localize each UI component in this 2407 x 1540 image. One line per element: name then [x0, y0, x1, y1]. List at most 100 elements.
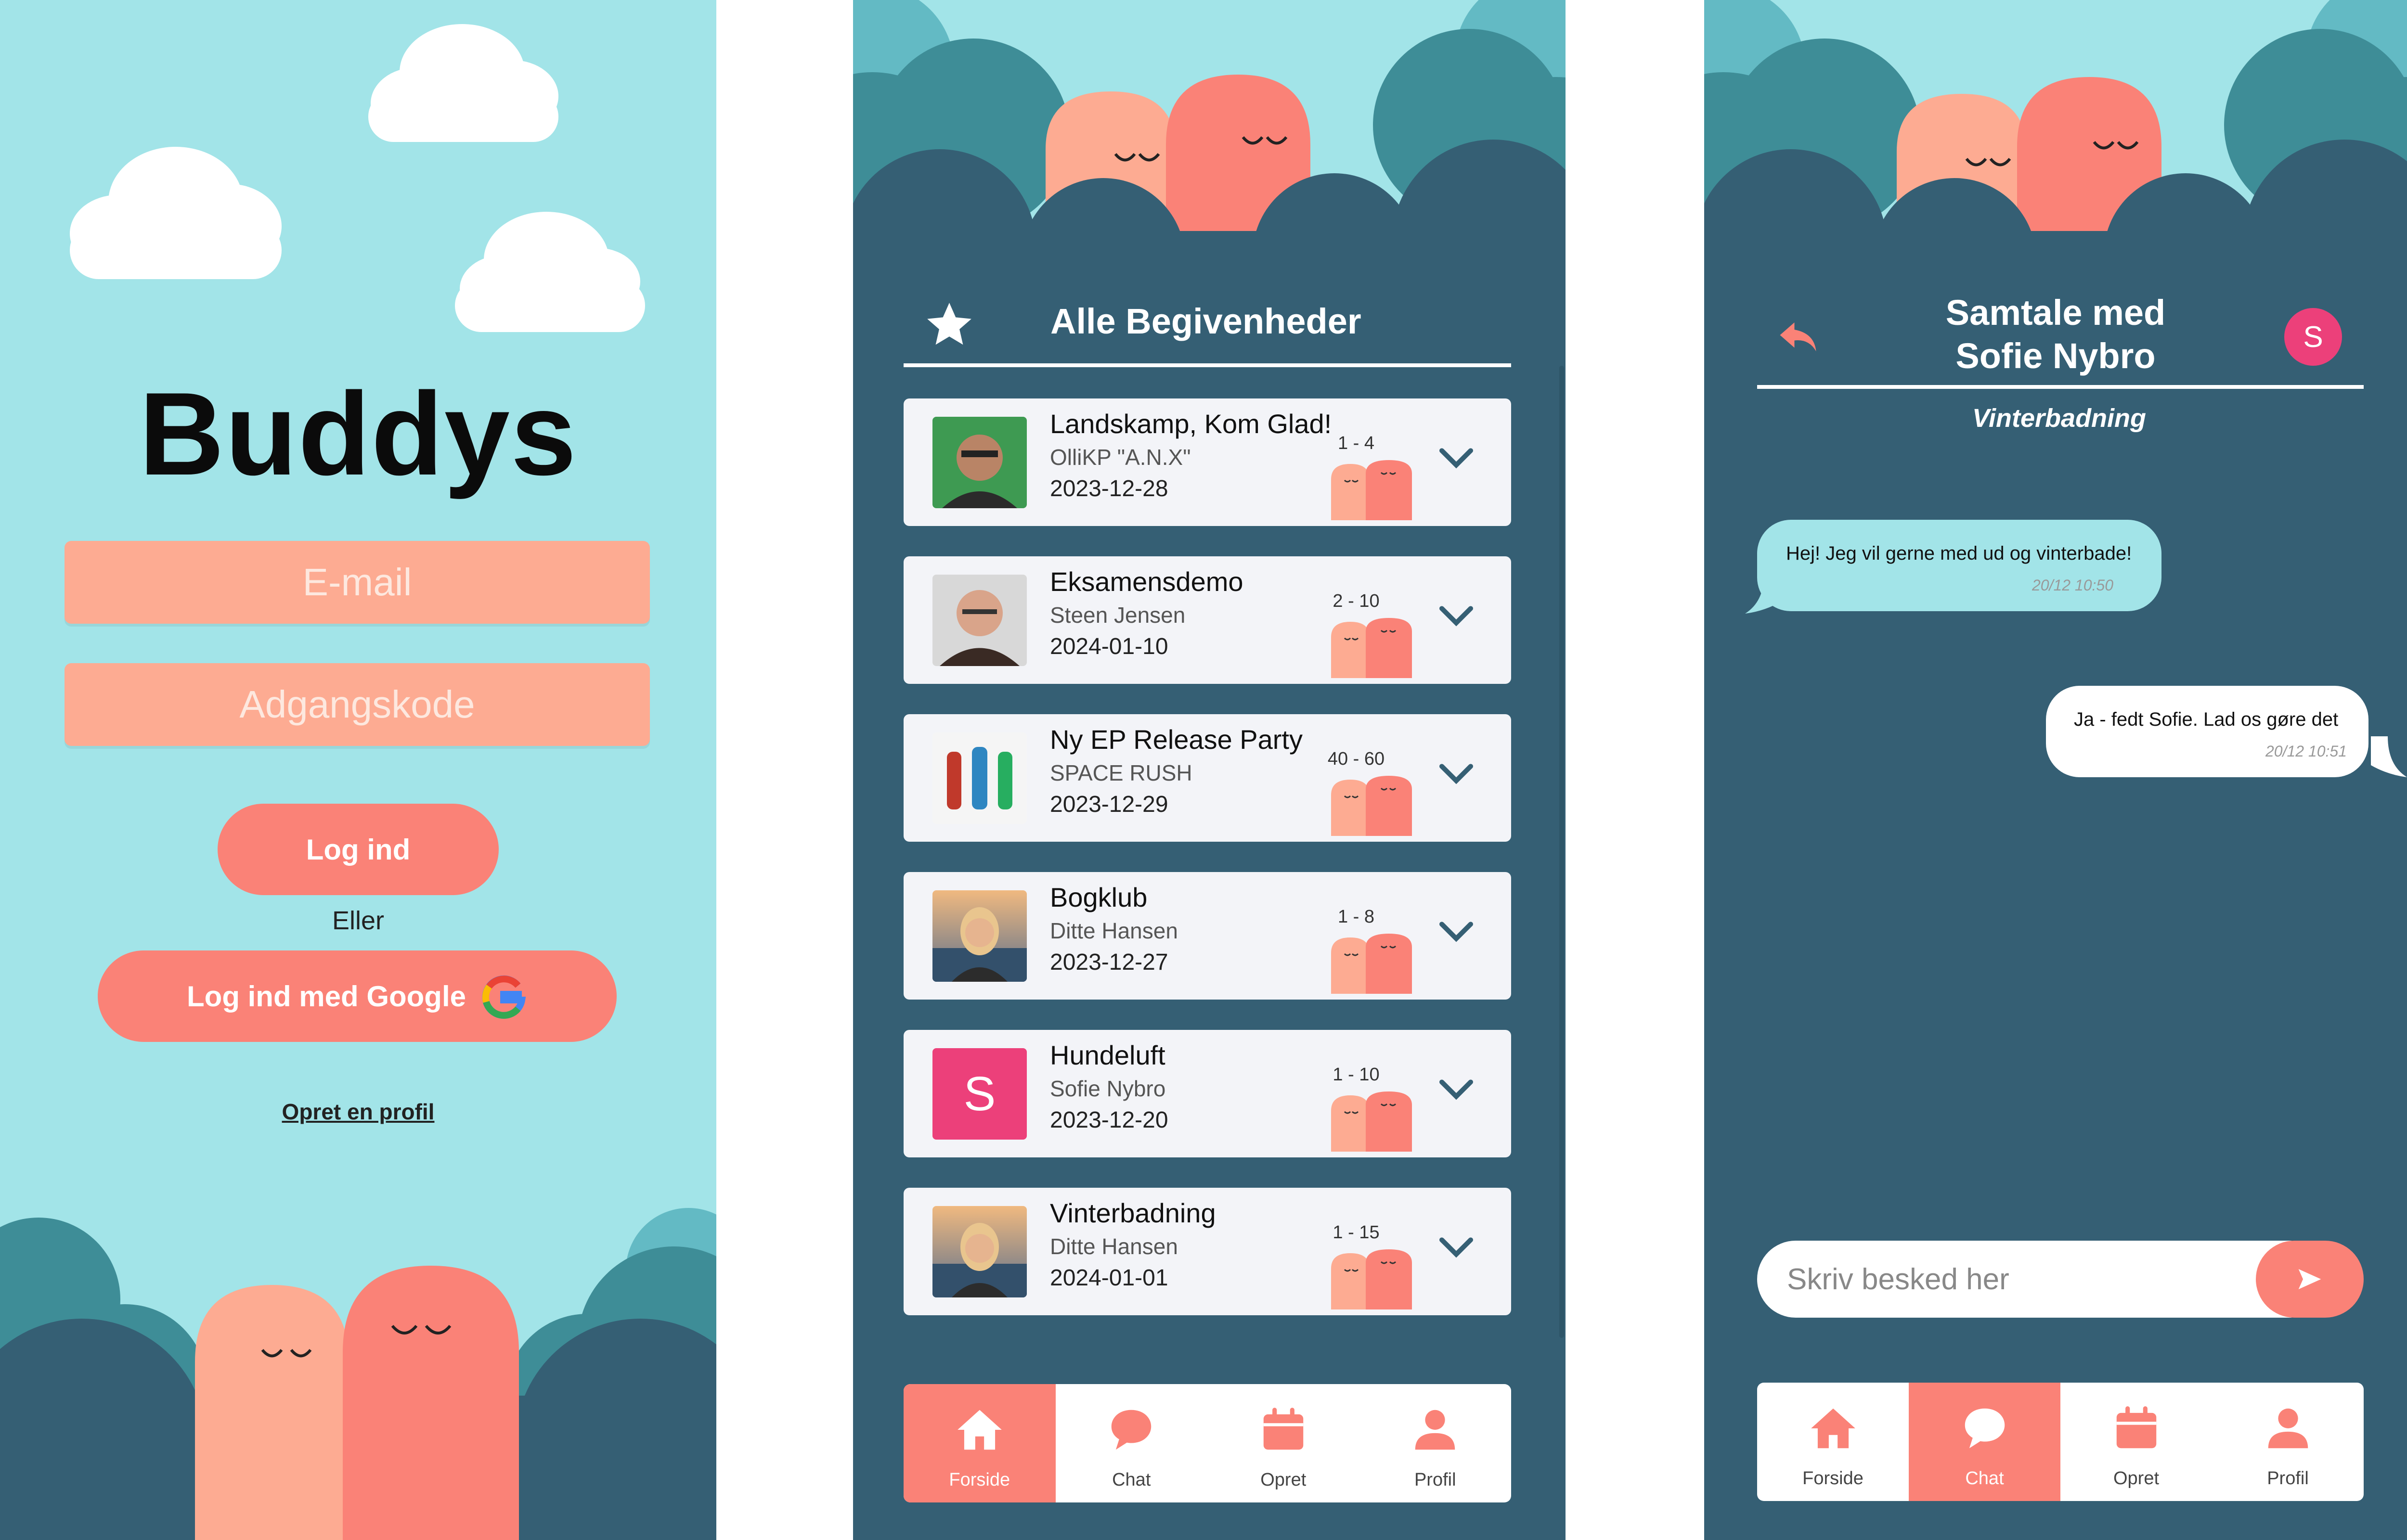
back-reply-icon[interactable]: [1776, 318, 1820, 356]
star-icon[interactable]: [923, 298, 976, 351]
login-button-label: Log ind: [306, 833, 411, 866]
event-organizer: OlliKP "A.N.X": [1050, 445, 1191, 470]
sent-message-bubble: Ja - fedt Sofie. Lad os gøre det 20/12 1…: [2046, 686, 2368, 777]
google-login-button[interactable]: Log ind med Google: [98, 950, 617, 1042]
chat-event-subtitle: Vinterbadning: [1972, 404, 2146, 433]
event-organizer: SPACE RUSH: [1050, 760, 1192, 785]
nav-item-label: Profil: [2267, 1468, 2309, 1489]
nav-item-forside[interactable]: Forside: [1757, 1383, 1909, 1501]
event-capacity: 1 - 4: [1337, 433, 1375, 453]
event-card[interactable]: S Hundeluft Sofie Nybro 2023-12-20 1 - 10: [904, 1030, 1511, 1157]
nav-item-forside[interactable]: Forside: [904, 1384, 1056, 1502]
profile-icon: [1409, 1403, 1462, 1459]
chat-icon: [1105, 1403, 1158, 1459]
event-organizer: Sofie Nybro: [1050, 1076, 1166, 1101]
home-icon: [953, 1403, 1006, 1459]
chevron-down-icon[interactable]: [1437, 918, 1475, 949]
nav-item-label: Forside: [1802, 1468, 1863, 1489]
event-image: [932, 732, 1027, 824]
buddies-icon: [1331, 618, 1423, 680]
chat-title-line2: Sofie Nybro: [1955, 336, 2156, 376]
event-title: Landskamp, Kom Glad!: [1050, 409, 1332, 439]
event-title: Bogklub: [1050, 882, 1148, 912]
scrollbar[interactable]: [1559, 366, 1564, 1338]
event-capacity: 40 - 60: [1327, 749, 1385, 769]
login-button[interactable]: Log ind: [218, 804, 499, 895]
organizer-avatar: S: [932, 1048, 1027, 1140]
message-timestamp: 20/12 10:50: [2032, 577, 2113, 594]
events-header-illustration: [853, 0, 1566, 270]
events-screen: Alle Begivenheder Landskamp, Kom Glad! Ol…: [853, 0, 1566, 1540]
event-card[interactable]: Eksamensdemo Steen Jensen 2024-01-10 2 - 10: [904, 556, 1511, 684]
event-capacity: 1 - 8: [1337, 907, 1375, 927]
calendar-icon: [1257, 1403, 1310, 1459]
received-message-bubble: Hej! Jeg vil gerne med ud og vinterbade!…: [1757, 520, 2161, 611]
event-title: Eksamensdemo: [1050, 566, 1243, 597]
create-profile-link[interactable]: Opret en profil: [0, 1099, 716, 1125]
event-card[interactable]: Landskamp, Kom Glad! OlliKP "A.N.X" 2023-1…: [904, 398, 1511, 526]
message-input[interactable]: [1757, 1241, 2291, 1318]
send-icon: [2298, 1269, 2321, 1289]
event-image: [932, 417, 1027, 508]
home-icon: [1807, 1402, 1860, 1457]
buddies-icon: [1331, 1091, 1423, 1154]
nav-item-profil[interactable]: Profil: [2212, 1383, 2364, 1501]
chat-title-line1: Samtale med: [1945, 293, 2166, 333]
chat-title: Samtale med Sofie Nybro: [1849, 291, 2263, 378]
page-title: Alle Begivenheder: [1050, 301, 1361, 341]
event-title: Ny EP Release Party: [1050, 724, 1303, 755]
email-field[interactable]: [65, 541, 650, 624]
password-field[interactable]: [65, 663, 650, 746]
sent-bubble-tail: [2371, 736, 2407, 777]
chevron-down-icon[interactable]: [1437, 1076, 1475, 1107]
bottom-nav: Forside Chat Opret Profil: [1757, 1383, 2364, 1501]
event-capacity: 2 - 10: [1333, 591, 1380, 611]
nav-item-profil[interactable]: Profil: [1359, 1384, 1512, 1502]
app-logo-title: Buddys: [139, 368, 578, 500]
buddies-mascot-illustration: [195, 1266, 519, 1540]
nav-item-opret[interactable]: Opret: [2060, 1383, 2212, 1501]
send-button[interactable]: [2256, 1241, 2364, 1318]
nav-item-label: Opret: [1260, 1470, 1307, 1490]
nav-item-label: Chat: [1112, 1470, 1151, 1490]
event-date: 2023-12-20: [1050, 1107, 1168, 1133]
calendar-icon: [2110, 1402, 2163, 1457]
header-divider: [904, 363, 1511, 367]
nav-item-label: Opret: [2113, 1468, 2160, 1489]
event-capacity: 1 - 15: [1333, 1222, 1380, 1243]
chevron-down-icon[interactable]: [1437, 1233, 1475, 1265]
event-capacity: 1 - 10: [1333, 1065, 1380, 1085]
profile-icon: [2262, 1402, 2315, 1457]
chevron-down-icon[interactable]: [1437, 444, 1475, 475]
event-card[interactable]: Ny EP Release Party SPACE RUSH 2023-12-29 4…: [904, 714, 1511, 842]
event-date: 2023-12-28: [1050, 476, 1168, 501]
buddies-icon: [1331, 776, 1423, 838]
nav-item-opret[interactable]: Opret: [1207, 1384, 1359, 1502]
chat-header-illustration: [1704, 0, 2407, 270]
contact-avatar-letter: S: [2303, 320, 2323, 354]
nav-item-chat[interactable]: Chat: [1909, 1383, 2060, 1501]
contact-avatar[interactable]: S: [2284, 308, 2342, 366]
event-organizer: Ditte Hansen: [1050, 1234, 1178, 1259]
event-date: 2024-01-01: [1050, 1265, 1168, 1291]
login-background-illustration: [0, 24, 716, 1540]
message-text: Hej! Jeg vil gerne med ud og vinterbade!: [1786, 543, 2132, 564]
cloud-icon: [70, 147, 282, 279]
chevron-down-icon[interactable]: [1437, 760, 1475, 791]
event-image: [932, 1206, 1027, 1297]
message-text: Ja - fedt Sofie. Lad os gøre det: [2074, 709, 2339, 730]
event-card[interactable]: Bogklub Ditte Hansen 2023-12-27 1 - 8: [904, 872, 1511, 1000]
chevron-down-icon[interactable]: [1437, 602, 1475, 633]
or-divider-text: Eller: [332, 906, 385, 935]
login-screen: Buddys Log ind Eller Log ind med Google …: [0, 0, 716, 1540]
buddies-icon: [1331, 460, 1423, 523]
event-date: 2023-12-27: [1050, 950, 1168, 975]
event-image: [932, 575, 1027, 666]
nav-item-label: Profil: [1414, 1470, 1456, 1490]
event-card[interactable]: Vinterbadning Ditte Hansen 2024-01-01 1 - 1…: [904, 1188, 1511, 1315]
google-g-icon: [482, 975, 526, 1019]
buddies-icon: [1331, 934, 1423, 996]
event-organizer: Steen Jensen: [1050, 603, 1186, 628]
bottom-nav: Forside Chat Opret Profil: [904, 1384, 1511, 1502]
nav-item-chat[interactable]: Chat: [1056, 1384, 1208, 1502]
